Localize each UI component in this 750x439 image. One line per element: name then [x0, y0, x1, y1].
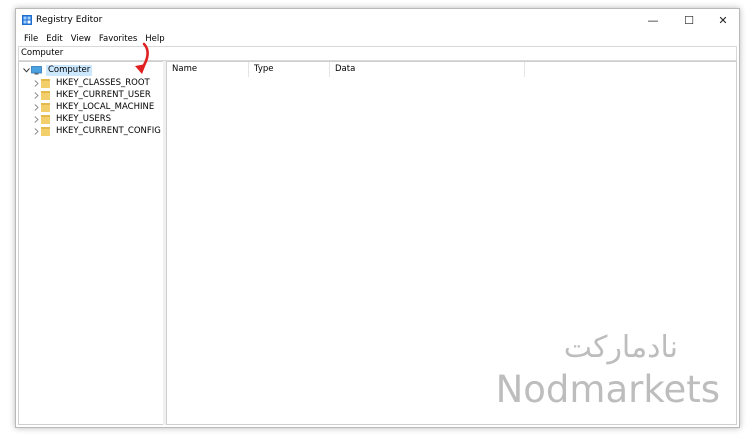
address-bar[interactable]: Computer [18, 46, 737, 61]
folder-icon [41, 102, 50, 112]
maximize-icon: ☐ [684, 13, 694, 27]
tree-item-label: HKEY_LOCAL_MACHINE [56, 101, 155, 112]
tree-item-label: HKEY_USERS [56, 113, 112, 124]
tree-item-computer[interactable]: Computer [21, 64, 93, 76]
column-header-name[interactable]: Name [167, 62, 249, 77]
watermark-arabic-text: نادمارکت [563, 330, 678, 365]
computer-icon [31, 65, 42, 74]
tree-item-hkey-current-config[interactable]: HKEY_CURRENT_CONFIG [31, 125, 163, 137]
column-header-type[interactable]: Type [249, 62, 330, 77]
menu-edit[interactable]: Edit [42, 34, 66, 44]
tree-item-label: HKEY_CURRENT_CONFIG [56, 125, 161, 136]
chevron-right-icon[interactable] [31, 89, 41, 101]
list-header: Name Type Data [167, 62, 736, 77]
red-arrow-annotation [135, 42, 149, 74]
close-icon: ✕ [718, 13, 728, 27]
folder-icon [41, 90, 50, 100]
minimize-icon: — [647, 13, 659, 27]
watermark-latin-text: Nodmarkets [495, 368, 720, 411]
chevron-right-icon[interactable] [31, 101, 41, 113]
folder-icon [41, 78, 50, 88]
tree-item-hkey-classes-root[interactable]: HKEY_CLASSES_ROOT [31, 77, 152, 89]
tree-item-label: HKEY_CURRENT_USER [56, 89, 151, 100]
registry-editor-window: Registry Editor — ☐ ✕ File Edit View Fav… [15, 8, 740, 428]
tree-item-hkey-users[interactable]: HKEY_USERS [31, 113, 113, 125]
maximize-button[interactable]: ☐ [673, 9, 705, 31]
tree-item-hkey-current-user[interactable]: HKEY_CURRENT_USER [31, 89, 153, 101]
folder-icon [41, 126, 50, 136]
title-bar[interactable]: Registry Editor — ☐ ✕ [16, 9, 739, 31]
menu-file[interactable]: File [20, 34, 42, 44]
tree-item-label: Computer [46, 64, 93, 76]
chevron-right-icon[interactable] [31, 77, 41, 89]
minimize-button[interactable]: — [637, 9, 669, 31]
registry-editor-icon [22, 15, 32, 25]
chevron-down-icon[interactable] [21, 64, 31, 76]
chevron-right-icon[interactable] [31, 125, 41, 137]
menu-bar: File Edit View Favorites Help [16, 32, 739, 46]
column-header-data[interactable]: Data [330, 62, 525, 77]
folder-icon [41, 114, 50, 124]
menu-view[interactable]: View [67, 34, 95, 44]
chevron-right-icon[interactable] [31, 113, 41, 125]
window-title: Registry Editor [36, 15, 103, 25]
tree-item-hkey-local-machine[interactable]: HKEY_LOCAL_MACHINE [31, 101, 156, 113]
tree-item-label: HKEY_CLASSES_ROOT [56, 77, 150, 88]
close-button[interactable]: ✕ [707, 9, 739, 31]
key-tree-pane[interactable]: Computer HKEY_CLASSES_ROOT HKEY_CURRENT_… [18, 61, 164, 425]
